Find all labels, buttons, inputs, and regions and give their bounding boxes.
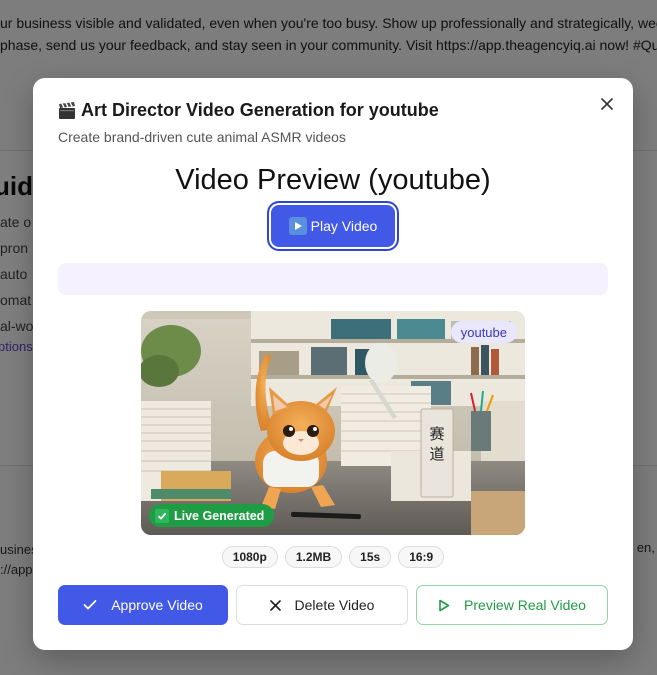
preview-heading: Video Preview (youtube) (175, 164, 491, 196)
video-image: 赛 道 (141, 311, 525, 535)
checkmark-icon (155, 508, 169, 523)
approve-video-button[interactable]: Approve Video (58, 585, 228, 625)
status-bar (58, 263, 608, 295)
sign-text-1: 赛 (429, 425, 444, 443)
spec-aspect-ratio: 16:9 (398, 546, 445, 568)
live-generated-badge: Live Generated (149, 504, 275, 527)
modal-subtitle: Create brand-driven cute animal ASMR vid… (58, 129, 346, 145)
delete-video-label: Delete Video (294, 597, 375, 613)
platform-badge: youtube (450, 321, 517, 343)
play-icon (288, 217, 307, 235)
preview-real-video-button[interactable]: Preview Real Video (416, 585, 608, 625)
close-icon (269, 599, 281, 611)
close-icon (601, 98, 613, 110)
live-generated-label: Live Generated (174, 508, 265, 523)
modal-actions: Approve Video Delete Video Preview Real … (58, 585, 608, 625)
play-video-button[interactable]: Play Video (271, 205, 395, 247)
video-specs: 1080p 1.2MB 15s 16:9 (33, 546, 633, 568)
clapperboard-icon (59, 101, 75, 119)
sign-text-2: 道 (429, 445, 444, 463)
video-generation-modal: Art Director Video Generation for youtub… (33, 78, 633, 650)
spec-resolution: 1080p (221, 546, 278, 568)
spec-duration: 15s (349, 546, 392, 568)
play-icon (439, 599, 450, 611)
modal-title: Art Director Video Generation for youtub… (57, 100, 439, 121)
spec-file-size: 1.2MB (284, 546, 343, 568)
modal-title-text: Art Director Video Generation for youtub… (81, 100, 439, 120)
close-button[interactable] (597, 94, 617, 114)
preview-real-video-label: Preview Real Video (464, 597, 586, 613)
approve-video-label: Approve Video (111, 597, 203, 613)
checkmark-icon (83, 600, 97, 610)
delete-video-button[interactable]: Delete Video (236, 585, 408, 625)
video-thumbnail[interactable]: 赛 道 youtube Live Generated (141, 311, 525, 535)
play-video-label: Play Video (310, 218, 378, 234)
